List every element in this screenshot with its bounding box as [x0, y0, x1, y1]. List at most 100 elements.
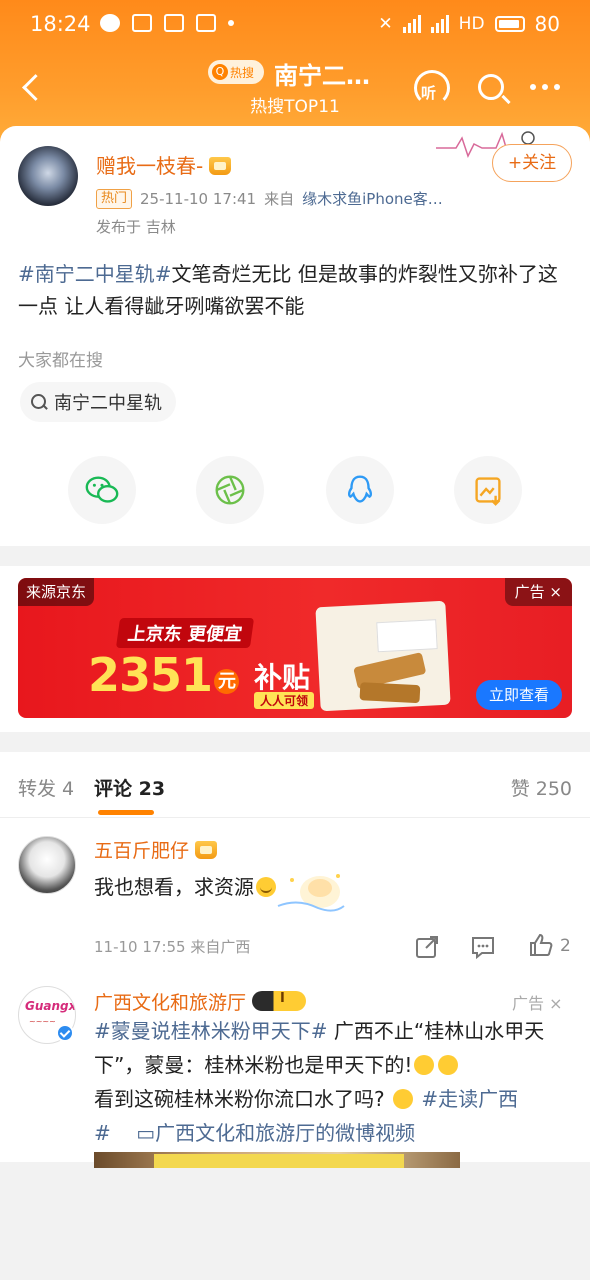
video-link-text: 广西文化和旅游厅的微博视频 [155, 1121, 416, 1145]
repost-comment-button[interactable] [414, 934, 440, 960]
verified-icon [56, 1024, 74, 1042]
reply-comment-button[interactable] [470, 934, 496, 960]
ad-amount: 2351 元 [88, 648, 240, 702]
video-link[interactable]: ▭广西文化和旅游厅的微博视频 [136, 1121, 415, 1145]
post-card: 赠我一枝春- 热门 25-11-10 17:41 来自 缘木求鱼iPhone客…… [0, 126, 590, 546]
active-tab-indicator [98, 810, 154, 815]
ad-cta-button[interactable]: 立即查看 [476, 680, 562, 710]
qq-icon [348, 475, 372, 503]
commenter-name[interactable]: 广西文化和旅游厅 I [94, 988, 307, 1015]
status-time: 18:24 [30, 12, 91, 36]
author-avatar[interactable] [18, 146, 78, 206]
topic-hash: # [94, 1121, 111, 1145]
commenter-avatar[interactable] [18, 836, 76, 894]
video-thumbnail[interactable] [94, 1152, 460, 1168]
share-row [0, 456, 590, 526]
ad-banner[interactable]: 来源京东 广告 × 上京东 更便宜 2351 元 补贴 人人可领 立即查看 [18, 578, 572, 718]
ad-unit: 元 [214, 669, 240, 694]
share-wechat-button[interactable] [68, 456, 136, 524]
author-name-text: 赠我一枝春- [96, 154, 204, 178]
search-chip-label: 南宁二中星轨 [54, 393, 162, 414]
ad-close-button[interactable]: 广告 × [504, 578, 572, 606]
sticker-icon [277, 874, 345, 912]
topic-link[interactable]: #蒙曼说桂林米粉甲天下# [94, 1019, 328, 1043]
signal-1-icon [402, 15, 421, 33]
battery-icon [494, 16, 525, 32]
like-comment-button[interactable] [528, 932, 554, 958]
ad-subsidy: 补贴 [254, 661, 311, 694]
moments-icon [215, 475, 245, 505]
logo-subtext: ~~~~ [29, 1017, 56, 1026]
commenter-name-text: 五百斤肥仔 [94, 840, 190, 862]
ad-source: 来源京东 [18, 578, 95, 606]
page-title[interactable]: 南宁二… [274, 56, 370, 91]
comment-text: #蒙曼说桂林米粉甲天下# 广西不止“桂林山水甲天下”，蒙曼：桂林米粉也是甲天下的… [94, 1014, 570, 1150]
tool-notification-icon [196, 14, 216, 32]
commenter-name-text: 广西文化和旅游厅 [94, 992, 247, 1014]
comment-text-content: 我也想看，求资源 [94, 875, 254, 899]
tab-comments[interactable]: 评论 23 [94, 774, 165, 801]
grin-emoji-icon [414, 1055, 435, 1075]
ad-flag-label: 广告 [514, 583, 545, 601]
related-search-chip[interactable]: 南宁二中星轨 [20, 382, 176, 422]
save-image-icon [475, 477, 501, 506]
comment-tabs: 转发 4 评论 23 赞 250 [0, 752, 590, 818]
commenter-name[interactable]: 五百斤肥仔 [94, 836, 218, 863]
nav-bar: Q 热搜 南宁二… 热搜TOP11 听 [0, 50, 590, 130]
comment-meta: 11-10 17:55 来自广西 [94, 938, 251, 956]
more-button[interactable] [530, 84, 560, 90]
drool-emoji-icon [392, 1089, 413, 1109]
more-notifications-icon [228, 20, 234, 26]
network-label: HD [458, 14, 485, 34]
grin-emoji-icon [438, 1055, 459, 1075]
related-search-label: 大家都在搜 [18, 351, 103, 371]
listen-button[interactable]: 听 [410, 68, 454, 112]
share-save-image-button[interactable] [454, 456, 522, 524]
author-name[interactable]: 赠我一枝春- [96, 150, 232, 179]
level-label: I [280, 991, 285, 1006]
crown-icon [195, 841, 218, 859]
search-q-icon: Q [212, 64, 228, 80]
topic-link[interactable]: #南宁二中星轨# [18, 262, 172, 286]
close-icon: × [549, 994, 563, 1013]
gallery-notification-icon [164, 14, 184, 32]
ad-section: 来源京东 广告 × 上京东 更便宜 2351 元 补贴 人人可领 立即查看 [0, 566, 590, 732]
comment-text: 我也想看，求资源 [94, 870, 278, 904]
battery-level: 80 [534, 12, 560, 36]
follow-button[interactable]: +关注 [492, 144, 572, 182]
video-icon: ▭ [136, 1121, 156, 1145]
source-prefix: 来自 [264, 190, 295, 208]
ad-product-image [315, 600, 451, 712]
repost-icon [416, 936, 438, 958]
share-qq-button[interactable] [326, 456, 394, 524]
share-moments-button[interactable] [196, 456, 264, 524]
signal-2-icon [430, 15, 449, 33]
mail-notification-icon [132, 14, 152, 32]
search-button[interactable] [474, 70, 514, 110]
page-bottom [0, 1168, 590, 1280]
ad-headline: 上京东 更便宜 [115, 618, 255, 648]
tab-reposts[interactable]: 转发 4 [18, 774, 74, 801]
wechat-icon [85, 476, 119, 503]
logo-wordmark: Guangxi [25, 999, 76, 1013]
hot-badge-label: 热搜 [230, 65, 255, 80]
post-body: #南宁二中星轨#文笔奇烂无比 但是故事的炸裂性又弥补了这一点 让人看得龇牙咧嘴欲… [18, 258, 576, 322]
app-notification-icon [100, 14, 120, 32]
reply-icon [472, 937, 494, 960]
notification-icons [100, 14, 234, 32]
post-datetime: 25-11-10 17:41 [140, 189, 257, 208]
hot-search-badge: Q 热搜 [208, 60, 264, 84]
tab-likes[interactable]: 赞 250 [511, 774, 572, 801]
search-icon [30, 393, 48, 411]
listen-label: 听 [421, 84, 437, 102]
comment-ad-close-button[interactable]: 广告 × [512, 990, 563, 1014]
source-link[interactable]: 缘木求鱼iPhone客… [302, 188, 443, 209]
mute-icon: ✕ [378, 14, 393, 34]
ad-subsidy-tag: 人人可领 [254, 692, 315, 709]
ad-mark-label: 广告 [512, 994, 545, 1013]
thumbs-up-icon [530, 933, 553, 956]
post-meta: 热门 25-11-10 17:41 来自 缘木求鱼iPhone客… [96, 188, 443, 209]
topic-link-2[interactable]: #走读广西 [421, 1087, 518, 1111]
comment-like-count: 2 [560, 936, 571, 956]
hot-tag: 热门 [96, 188, 133, 209]
